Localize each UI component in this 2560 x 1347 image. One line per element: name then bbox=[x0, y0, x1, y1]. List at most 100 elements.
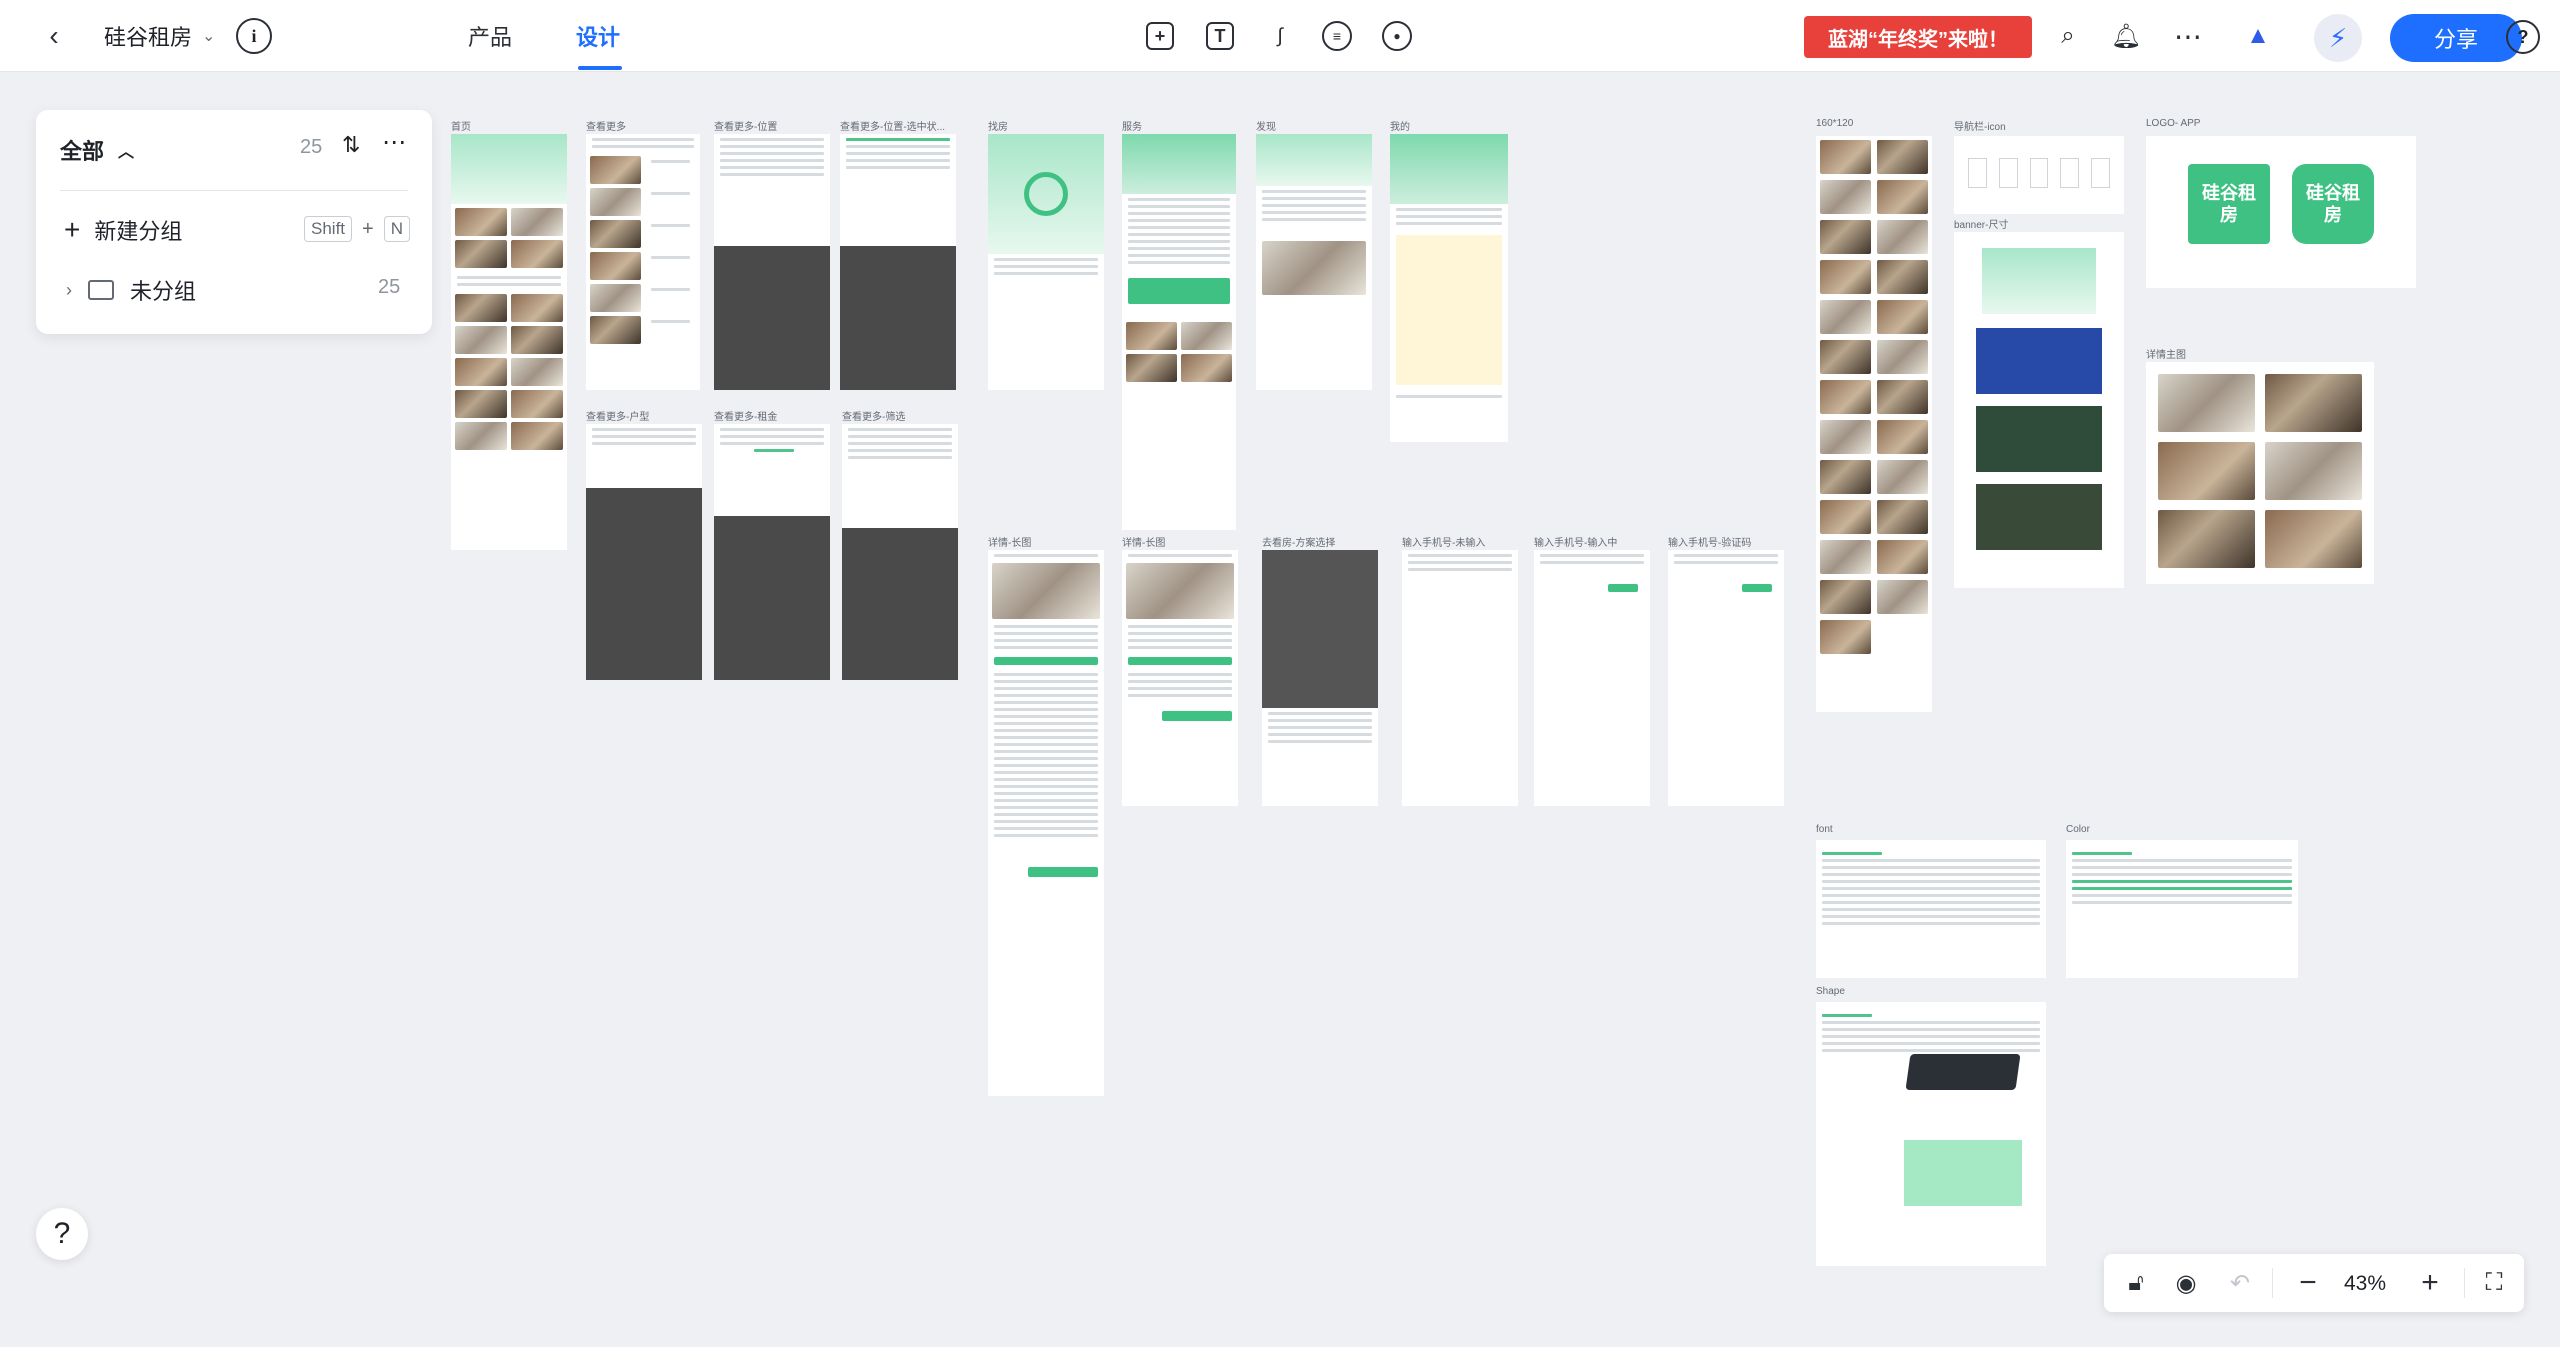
info-icon[interactable]: i bbox=[236, 18, 272, 54]
artboard-label: LOGO- APP bbox=[2146, 118, 2201, 129]
divider bbox=[2272, 1268, 2273, 1298]
app-icon-tile: 硅谷租房 bbox=[2292, 164, 2374, 244]
pen-tool-icon[interactable]: ∫ bbox=[1262, 18, 1298, 54]
group-name: 未分组 bbox=[130, 279, 197, 304]
artboard-label: banner-尺寸 bbox=[1954, 220, 2009, 231]
artboard-visit-select[interactable] bbox=[1262, 550, 1378, 806]
artboard-more-location-selected[interactable] bbox=[840, 134, 956, 390]
search-icon[interactable]: ⌕ bbox=[2048, 16, 2088, 56]
new-group-label: 新建分组 bbox=[94, 219, 183, 244]
artboard-phone-input[interactable] bbox=[1402, 550, 1518, 806]
artboard-label: Shape bbox=[1816, 986, 1845, 997]
artboard-detail-main[interactable] bbox=[2146, 362, 2374, 584]
artboard-160x120[interactable] bbox=[1816, 136, 1932, 712]
project-name: 硅谷租房 bbox=[104, 25, 193, 50]
divider bbox=[60, 190, 408, 191]
artboard-label: 服务 bbox=[1122, 122, 1142, 133]
artboard-label: 详情-长图 bbox=[988, 538, 1032, 549]
help-icon[interactable]: ? bbox=[2506, 20, 2540, 54]
logo-tile: 硅谷租房 bbox=[2188, 164, 2270, 244]
shortcut-key: N bbox=[383, 216, 410, 242]
group-panel: 全部 ︿ 25 ⇅ ⋯ + 新建分组 Shift + N › 未分组 25 bbox=[36, 110, 432, 334]
artboard-home[interactable] bbox=[451, 134, 567, 550]
more-icon[interactable]: ⋯ bbox=[2168, 16, 2208, 56]
back-icon[interactable]: ‹ bbox=[34, 16, 74, 56]
lightning-icon[interactable]: ⚡︎ bbox=[2314, 14, 2362, 62]
zoom-controls: 🔓︎ ◉ ↶ − 43% + ⛶ bbox=[2104, 1254, 2524, 1312]
artboard-more-filter[interactable] bbox=[842, 424, 958, 680]
preview-eye-icon[interactable]: ● bbox=[1382, 21, 1412, 51]
artboard-logo-app[interactable]: 硅谷租房 硅谷租房 bbox=[2146, 136, 2416, 288]
artboard-font[interactable] bbox=[1816, 840, 2046, 978]
fit-screen-icon[interactable]: ⛶ bbox=[2474, 1263, 2514, 1303]
promo-banner[interactable]: 蓝湖“年终奖”来啦！ bbox=[1804, 16, 2032, 58]
lanhu-logo-icon[interactable]: ▲ bbox=[2238, 16, 2278, 56]
plus-icon: + bbox=[64, 214, 81, 245]
comment-icon[interactable]: ≡ bbox=[1322, 21, 1352, 51]
artboard-label: 查看更多-位置-选中状... bbox=[840, 122, 945, 133]
artboard-shape[interactable] bbox=[1816, 1002, 2046, 1266]
artboard-label: 输入手机号-输入中 bbox=[1534, 538, 1618, 549]
artboard-label: 去看房-方案选择 bbox=[1262, 538, 1336, 549]
tab-design[interactable]: 设计 bbox=[576, 18, 620, 54]
top-bar: ‹ 硅谷租房 ⌄ i 产品 设计 + T ∫ ≡ ● 蓝湖“年终奖”来啦！ ⌕ … bbox=[0, 0, 2560, 72]
text-tool-icon[interactable]: T bbox=[1206, 22, 1234, 50]
shortcut-plus: + bbox=[362, 217, 374, 240]
artboard-phone-input-code[interactable] bbox=[1668, 550, 1784, 806]
project-title[interactable]: 硅谷租房 ⌄ bbox=[104, 18, 215, 54]
artboard-label: 找房 bbox=[988, 122, 1008, 133]
artboard-label: 查看更多-筛选 bbox=[842, 412, 906, 423]
frame-tool-icon[interactable]: + bbox=[1146, 22, 1174, 50]
artboard-label: 详情-长图 bbox=[1122, 538, 1166, 549]
group-count: 25 bbox=[378, 276, 401, 298]
help-button[interactable]: ? bbox=[36, 1208, 88, 1260]
artboard-more-rent[interactable] bbox=[714, 424, 830, 680]
record-icon[interactable]: ◉ bbox=[2166, 1263, 2206, 1303]
artboard-label: 查看更多-租金 bbox=[714, 412, 778, 423]
artboard-color[interactable] bbox=[2066, 840, 2298, 978]
artboard-label: 输入手机号-未输入 bbox=[1402, 538, 1486, 549]
artboard-banner[interactable] bbox=[1954, 232, 2124, 588]
share-button[interactable]: 分享 bbox=[2390, 14, 2522, 62]
panel-count: 25 bbox=[300, 136, 323, 158]
artboard-label: 查看更多-位置 bbox=[714, 122, 778, 133]
artboard-label: 查看更多 bbox=[586, 122, 626, 133]
artboard-label: 发现 bbox=[1256, 122, 1276, 133]
artboard-nav-icon[interactable] bbox=[1954, 136, 2124, 214]
zoom-out-button[interactable]: − bbox=[2288, 1263, 2328, 1303]
artboard-detail-a[interactable] bbox=[988, 550, 1104, 1096]
shortcut-shift: Shift bbox=[304, 216, 353, 242]
artboard-more-location[interactable] bbox=[714, 134, 830, 390]
more-icon[interactable]: ⋯ bbox=[382, 128, 406, 157]
artboard-more[interactable] bbox=[586, 134, 700, 390]
artboard-mine[interactable] bbox=[1390, 134, 1508, 442]
active-tab-indicator bbox=[578, 66, 622, 70]
artboard-label: 详情主图 bbox=[2146, 350, 2186, 361]
lock-icon[interactable]: 🔓︎ bbox=[2116, 1263, 2156, 1303]
panel-title[interactable]: 全部 ︿ bbox=[60, 134, 134, 166]
notification-bell-icon[interactable]: 🔔︎ bbox=[2106, 16, 2146, 56]
folder-icon bbox=[88, 280, 114, 300]
zoom-in-button[interactable]: + bbox=[2410, 1263, 2450, 1303]
artboard-label: 导航栏-icon bbox=[1954, 122, 2006, 133]
new-group-button[interactable]: + 新建分组 bbox=[64, 214, 182, 246]
artboard-housing[interactable] bbox=[988, 134, 1104, 390]
chevron-down-icon: ⌄ bbox=[202, 28, 216, 45]
artboard-label: 首页 bbox=[451, 122, 471, 133]
artboard-more-layout[interactable] bbox=[586, 424, 702, 680]
artboard-phone-input-typing[interactable] bbox=[1534, 550, 1650, 806]
undo-icon[interactable]: ↶ bbox=[2220, 1263, 2260, 1303]
divider bbox=[2464, 1268, 2465, 1298]
artboard-label: 160*120 bbox=[1816, 118, 1854, 129]
tab-products[interactable]: 产品 bbox=[468, 18, 512, 54]
artboard-service[interactable] bbox=[1122, 134, 1236, 530]
sort-icon[interactable]: ⇅ bbox=[342, 132, 360, 158]
zoom-level[interactable]: 43% bbox=[2344, 1272, 2386, 1296]
artboard-detail-b[interactable] bbox=[1122, 550, 1238, 806]
artboard-discover[interactable] bbox=[1256, 134, 1372, 390]
artboard-label: 输入手机号-验证码 bbox=[1668, 538, 1752, 549]
panel-title-label: 全部 bbox=[60, 139, 105, 164]
chevron-up-icon: ︿ bbox=[118, 144, 135, 161]
group-item-ungrouped[interactable]: › 未分组 bbox=[66, 274, 196, 306]
artboard-label: Color bbox=[2066, 824, 2090, 835]
